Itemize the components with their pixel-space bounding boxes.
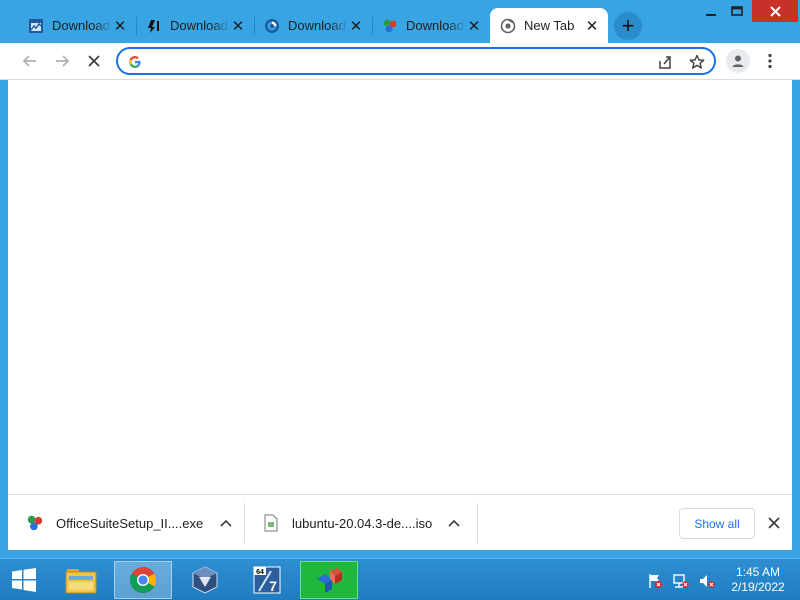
- clock-time: 1:45 AM: [735, 565, 781, 579]
- download-shelf: OfficeSuiteSetup_II....exe lubuntu-20.04…: [8, 494, 792, 550]
- browser-toolbar: [0, 43, 800, 80]
- network-alert-icon[interactable]: [672, 572, 690, 590]
- stop-loading-button[interactable]: [80, 47, 108, 75]
- chrome-newtab-icon: [500, 18, 516, 34]
- windows-logo-icon: [12, 568, 36, 592]
- tab-new-tab[interactable]: New Tab ✕: [490, 8, 608, 43]
- close-icon[interactable]: ✕: [584, 18, 600, 35]
- chevron-up-icon[interactable]: [444, 513, 464, 533]
- close-icon: [769, 5, 781, 17]
- download-filename: OfficeSuiteSetup_II....exe: [56, 515, 204, 531]
- circular-logo-icon: [264, 18, 280, 34]
- taskbar-app-64-7[interactable]: 64 7: [238, 561, 296, 599]
- browser-window: Download ✕ Download ✕ Download ✕ Downloa…: [0, 0, 800, 558]
- taskbar-clock[interactable]: 1:45 AM 2/19/2022: [718, 565, 798, 595]
- chevron-up-icon[interactable]: [216, 513, 236, 533]
- app-64-7-icon: 64 7: [253, 566, 281, 594]
- page-content[interactable]: [8, 80, 792, 494]
- close-icon[interactable]: ✕: [112, 18, 128, 35]
- tab-strip: Download ✕ Download ✕ Download ✕ Downloa…: [0, 0, 800, 43]
- taskbar-app-chrome[interactable]: [114, 561, 172, 599]
- taskbar-app-file-explorer[interactable]: [52, 561, 110, 599]
- google-g-icon: [126, 53, 144, 71]
- star-icon[interactable]: [688, 53, 706, 71]
- close-icon[interactable]: ✕: [466, 18, 482, 35]
- taskbar-app-officesuite[interactable]: [300, 561, 358, 599]
- clock-date: 2/19/2022: [731, 580, 785, 594]
- window-frame-left: [0, 80, 8, 558]
- download-item[interactable]: OfficeSuiteSetup_II....exe: [26, 501, 236, 545]
- tab-download-4[interactable]: Download ✕: [372, 9, 490, 42]
- forward-arrow-icon: [56, 55, 70, 67]
- chart-window-icon: [28, 18, 44, 34]
- taskbar-app-virtualbox[interactable]: [176, 561, 234, 599]
- download-separator: [244, 503, 245, 543]
- flag-alert-icon[interactable]: [646, 572, 664, 590]
- maximize-icon: [731, 6, 743, 16]
- system-tray: [646, 571, 716, 591]
- maximize-button[interactable]: [724, 0, 750, 22]
- tab-download-2[interactable]: Download ✕: [136, 9, 254, 42]
- stop-loading-icon: [88, 55, 100, 67]
- close-download-shelf-button[interactable]: [764, 513, 784, 533]
- three-dot-menu-icon: [768, 53, 772, 69]
- speaker-muted-icon[interactable]: [698, 572, 716, 590]
- file-icon: [262, 514, 280, 532]
- officesuite-icon: [26, 514, 44, 532]
- back-button[interactable]: [16, 47, 44, 75]
- close-icon[interactable]: ✕: [348, 18, 364, 35]
- tab-label: Download: [406, 18, 464, 33]
- chrome-icon: [129, 566, 157, 594]
- window-close-button[interactable]: [752, 0, 798, 22]
- address-bar[interactable]: [116, 47, 716, 75]
- tab-download-3[interactable]: Download ✕: [254, 9, 372, 42]
- tab-download-1[interactable]: Download ✕: [18, 9, 136, 42]
- forward-button[interactable]: [48, 47, 76, 75]
- tab-label: Download: [288, 18, 346, 33]
- omnibox-input[interactable]: [150, 51, 650, 71]
- close-icon[interactable]: ✕: [230, 18, 246, 35]
- minimize-icon: [706, 14, 716, 16]
- new-tab-button[interactable]: +: [614, 12, 642, 40]
- window-frame-right: [792, 80, 800, 558]
- minimize-button[interactable]: [698, 0, 724, 22]
- menu-button[interactable]: [760, 49, 780, 73]
- tab-label: Download: [52, 18, 110, 33]
- folder-icon: [65, 569, 97, 594]
- app-badge-number: 7: [269, 578, 277, 594]
- window-frame-bottom: [0, 550, 800, 558]
- download-item[interactable]: lubuntu-20.04.3-de....iso: [262, 501, 464, 545]
- virtualbox-icon: [192, 566, 218, 594]
- close-icon: [768, 517, 780, 529]
- officesuite-icon: [317, 568, 342, 593]
- tab-label: Download: [170, 18, 228, 33]
- torrent-arrows-icon: [146, 18, 162, 34]
- share-icon[interactable]: [656, 53, 674, 71]
- download-filename: lubuntu-20.04.3-de....iso: [292, 515, 433, 531]
- app-badge: 64: [256, 569, 264, 576]
- back-arrow-icon: [22, 55, 36, 67]
- officesuite-icon: [382, 18, 398, 34]
- download-separator: [477, 503, 478, 543]
- profile-button[interactable]: [726, 49, 750, 73]
- tab-label: New Tab: [524, 18, 575, 33]
- profile-avatar-icon: [732, 55, 744, 67]
- show-all-button[interactable]: Show all: [679, 508, 755, 539]
- taskbar: 64 7 1:45 AM 2/19/2022: [0, 558, 800, 600]
- start-button[interactable]: [4, 563, 44, 597]
